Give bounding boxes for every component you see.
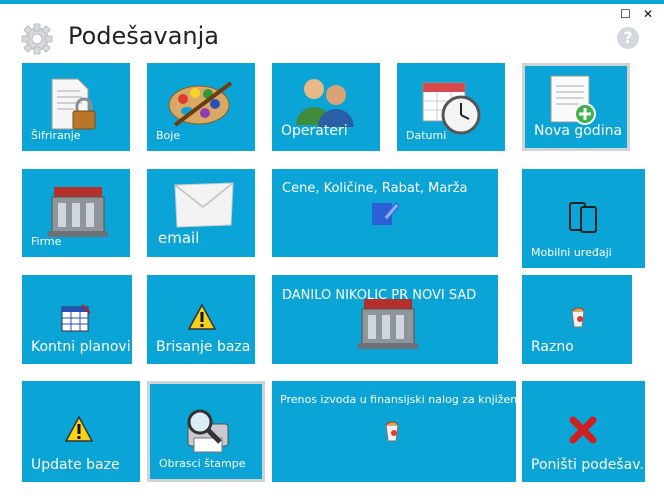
tile-nova-godina[interactable]: Nova godina <box>522 63 630 151</box>
cancel-x-icon <box>569 416 597 444</box>
paint-bucket-icon <box>385 421 399 442</box>
mobile-devices-icon <box>569 202 597 233</box>
tile-label: Razno <box>531 339 574 355</box>
warning-icon <box>187 303 217 330</box>
warning-icon <box>64 415 94 442</box>
tile-boje[interactable]: Boje <box>147 63 255 151</box>
tile-label: email <box>158 229 200 247</box>
tile-firme[interactable]: Firme <box>22 169 130 257</box>
tile-label: Datumi <box>406 129 447 142</box>
paint-bucket-icon <box>571 307 585 328</box>
envelope-icon <box>174 182 234 228</box>
tile-prenos-izvoda[interactable]: Prenos izvoda u finansijski nalog za knj… <box>272 381 516 482</box>
tile-label: Kontni planovi <box>31 339 131 355</box>
gear-icon <box>21 23 53 55</box>
tile-cene[interactable]: Cene, Količine, Rabat, Marža <box>272 169 498 257</box>
edit-icon <box>372 202 400 225</box>
help-icon[interactable]: ? <box>617 27 639 49</box>
tile-label: Brisanje baza <box>156 339 251 355</box>
tile-label: Update baze <box>31 457 120 473</box>
accounts-table-icon <box>61 304 91 332</box>
tile-ponisti[interactable]: Poništi podešav... <box>522 381 645 482</box>
tile-obrasci-stampe[interactable]: Obrasci štampe <box>147 381 265 482</box>
page-title: Podešavanja <box>68 22 220 50</box>
close-button[interactable]: ✕ <box>643 7 653 21</box>
tile-update-baze[interactable]: Update baze <box>22 381 140 482</box>
tile-label: Boje <box>156 129 181 142</box>
users-icon <box>296 79 354 127</box>
tile-label: Nova godina <box>534 123 623 139</box>
window-top-border <box>0 0 664 4</box>
encrypted-document-icon <box>51 78 96 130</box>
print-preview-icon <box>187 409 229 453</box>
tile-mobilni[interactable]: Mobilni uređaji <box>522 169 645 268</box>
tile-email[interactable]: email <box>147 169 255 257</box>
calendar-clock-icon <box>422 82 481 135</box>
tile-label: Mobilni uređaji <box>531 246 612 259</box>
tile-label: Prenos izvoda u finansijski nalog za knj… <box>280 393 516 406</box>
tile-label: Šifriranje <box>31 129 81 142</box>
tile-label: Operateri <box>281 123 348 139</box>
tile-razno[interactable]: Razno <box>522 275 632 364</box>
tile-kontni-planovi[interactable]: Kontni planovi <box>22 275 132 364</box>
tile-label: Cene, Količine, Rabat, Marža <box>282 181 468 196</box>
new-document-icon <box>550 75 596 125</box>
palette-icon <box>168 81 233 127</box>
tile-label: DANILO NIKOLIC PR NOVI SAD <box>282 288 477 303</box>
maximize-button[interactable]: ☐ <box>620 7 631 21</box>
tile-brisanje-baza[interactable]: Brisanje baza <box>147 275 255 364</box>
company-building-icon <box>48 187 108 237</box>
tile-datumi[interactable]: Datumi <box>397 63 505 151</box>
tile-firma-aktivna[interactable]: DANILO NIKOLIC PR NOVI SAD <box>272 275 498 364</box>
tile-label: Firme <box>31 235 62 248</box>
tile-label: Obrasci štampe <box>159 457 246 470</box>
tile-label: Poništi podešav... <box>531 457 645 473</box>
tile-sifriranje[interactable]: Šifriranje <box>22 63 130 151</box>
tile-operateri[interactable]: Operateri <box>272 63 380 151</box>
